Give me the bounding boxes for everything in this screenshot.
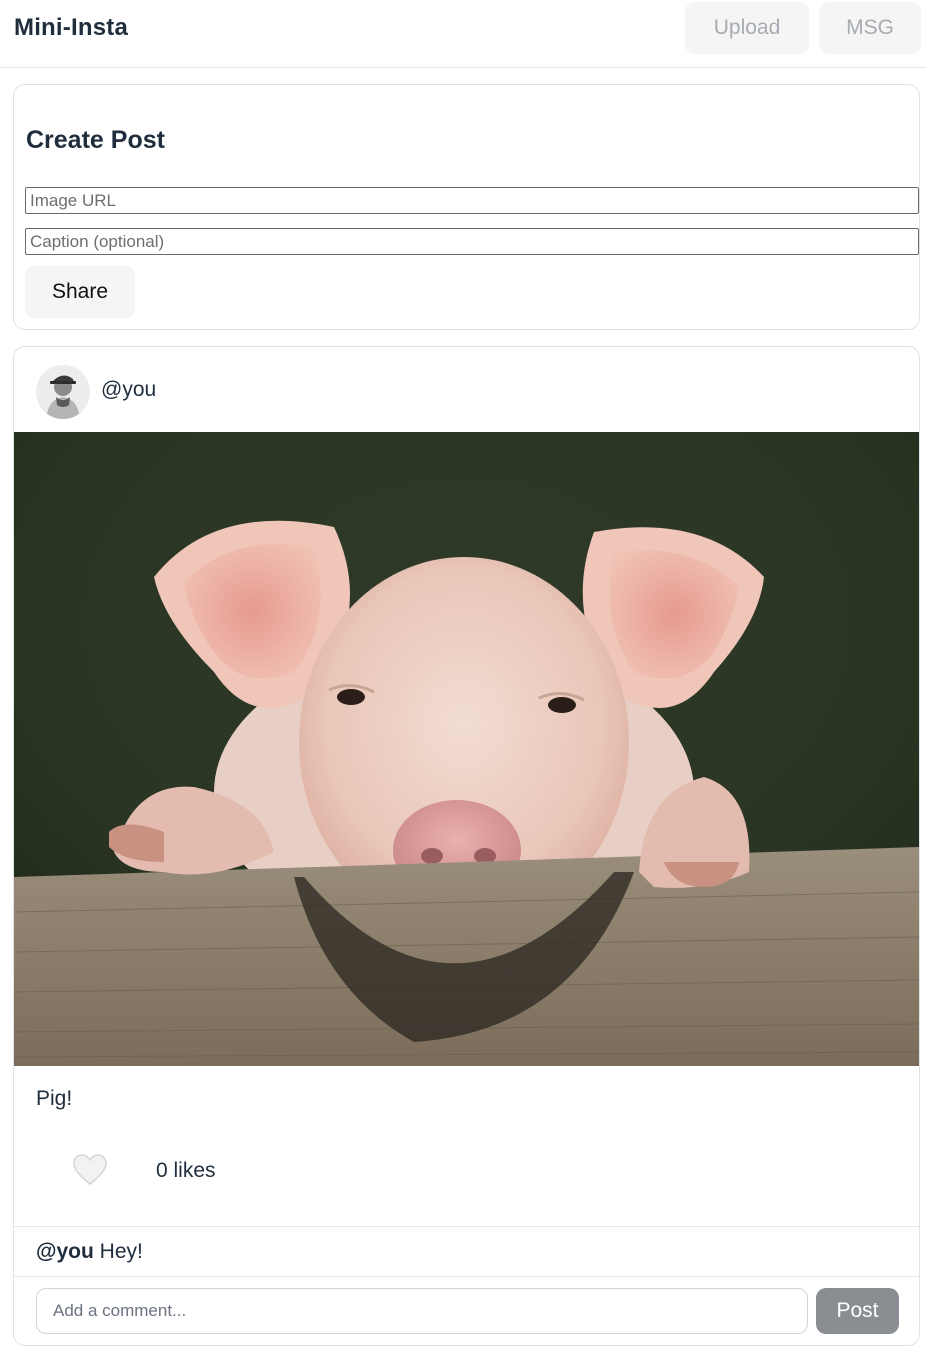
divider	[14, 1226, 919, 1227]
create-post-title: Create Post	[26, 126, 165, 154]
user-avatar-icon[interactable]	[36, 365, 90, 419]
heart-icon[interactable]	[72, 1153, 108, 1187]
comment-item: @you Hey!	[36, 1240, 143, 1264]
share-button[interactable]: Share	[25, 266, 135, 318]
post-comment-button[interactable]: Post	[816, 1288, 899, 1334]
image-url-input[interactable]	[25, 187, 919, 214]
comment-text: Hey!	[99, 1240, 143, 1263]
post-username[interactable]: @you	[101, 378, 156, 402]
msg-button[interactable]: MSG	[819, 2, 921, 54]
create-post-card: Create Post Share	[13, 84, 920, 330]
caption-input[interactable]	[25, 228, 919, 255]
post-image	[14, 432, 919, 1066]
top-bar: Mini-Insta Upload MSG	[0, 0, 926, 68]
post-caption: Pig!	[36, 1087, 73, 1110]
likes-count: 0 likes	[156, 1159, 216, 1182]
comment-username[interactable]: @you	[36, 1240, 94, 1263]
post-card: @you Pig! 0 likes @you Hey! Add a commen…	[13, 346, 920, 1346]
upload-button[interactable]: Upload	[685, 2, 809, 54]
divider	[14, 1276, 919, 1277]
brand-title: Mini-Insta	[14, 14, 128, 41]
comment-input[interactable]	[36, 1288, 808, 1334]
